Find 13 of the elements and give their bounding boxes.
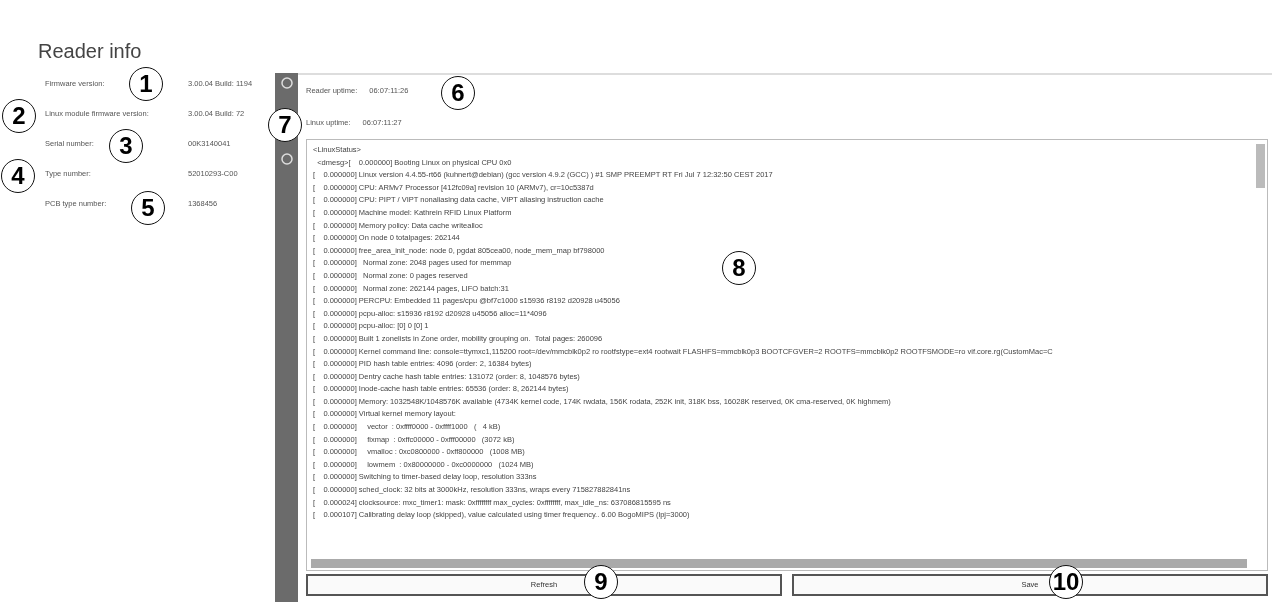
callout-marker: 2 [2,99,36,133]
callout-marker: 4 [1,159,35,193]
callout-marker: 5 [131,191,165,225]
circle-icon[interactable] [280,153,293,165]
scrollbar-thumb[interactable] [311,559,1247,568]
scrollbar-thumb[interactable] [1256,144,1265,188]
callout-marker: 8 [722,251,756,285]
callout-marker: 6 [441,76,475,110]
circle-icon[interactable] [280,77,293,89]
callout-marker: 7 [268,108,302,142]
callout-marker: 1 [129,67,163,101]
callout-marker: 3 [109,129,143,163]
page-title: Reader info [38,39,142,64]
